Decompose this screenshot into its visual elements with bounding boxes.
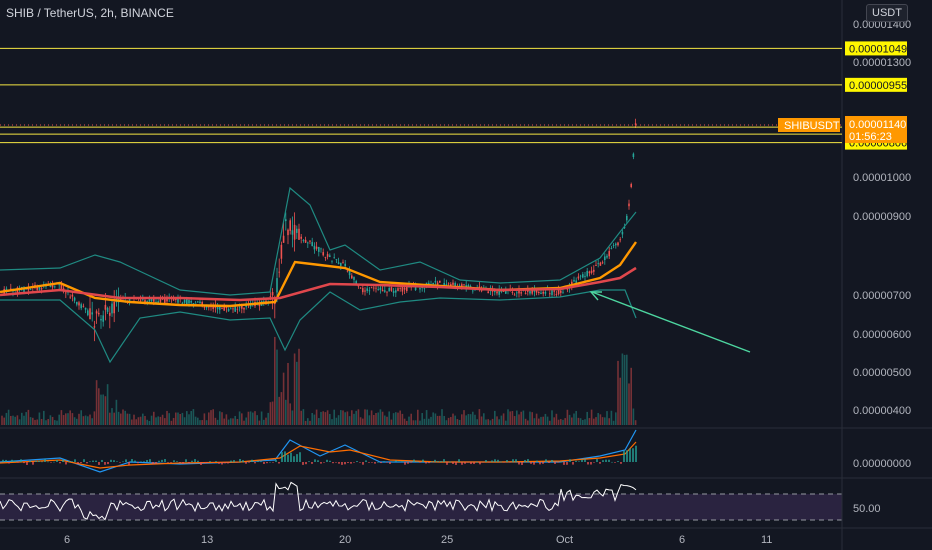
price-tick: 0.00000600: [853, 329, 911, 341]
price-tick: 0.00000700: [853, 290, 911, 302]
rsi-band: [0, 494, 842, 520]
level-tag-label: 0.00001049: [849, 43, 907, 55]
current-price: 0.00001140: [849, 119, 906, 131]
volume-bars: [1, 336, 637, 425]
candles: [1, 118, 637, 342]
symbol-label: SHIBUSDT: [784, 120, 840, 132]
time-tick: Oct: [556, 534, 573, 546]
horizontal-levels[interactable]: 0.000012130.000010490.000009550.00000846…: [0, 0, 907, 150]
time-tick: 13: [201, 534, 213, 546]
countdown: 01:56:23: [849, 131, 892, 143]
currency-button[interactable]: USDT: [866, 4, 908, 22]
price-tick: 0.00000500: [853, 367, 911, 379]
time-tick: 20: [339, 534, 351, 546]
price-tick: 0.00000400: [853, 405, 911, 417]
price-tick: 0.00001000: [853, 172, 911, 184]
price-tick: 0.00001300: [853, 57, 911, 69]
time-axis[interactable]: 6 13 20 25 Oct 6 11: [64, 534, 772, 546]
symbol-title[interactable]: SHIB / TetherUS, 2h, BINANCE: [6, 6, 174, 20]
time-tick: 6: [679, 534, 685, 546]
time-tick: 11: [761, 534, 772, 546]
price-tick: 0.00000900: [853, 211, 911, 223]
level-tag-label: 0.00000955: [849, 80, 907, 92]
time-tick: 6: [64, 534, 70, 546]
indicators: [0, 186, 637, 521]
chart-canvas[interactable]: 0.000012130.000010490.000009550.00000846…: [0, 0, 932, 550]
macd-tick: 0.00000000: [853, 458, 911, 470]
trend-arrow[interactable]: [589, 291, 751, 353]
price-axis[interactable]: 0.00001400 0.00001300 0.00001000 0.00000…: [853, 19, 911, 515]
time-tick: 25: [441, 534, 453, 546]
rsi-tick: 50.00: [853, 503, 881, 515]
